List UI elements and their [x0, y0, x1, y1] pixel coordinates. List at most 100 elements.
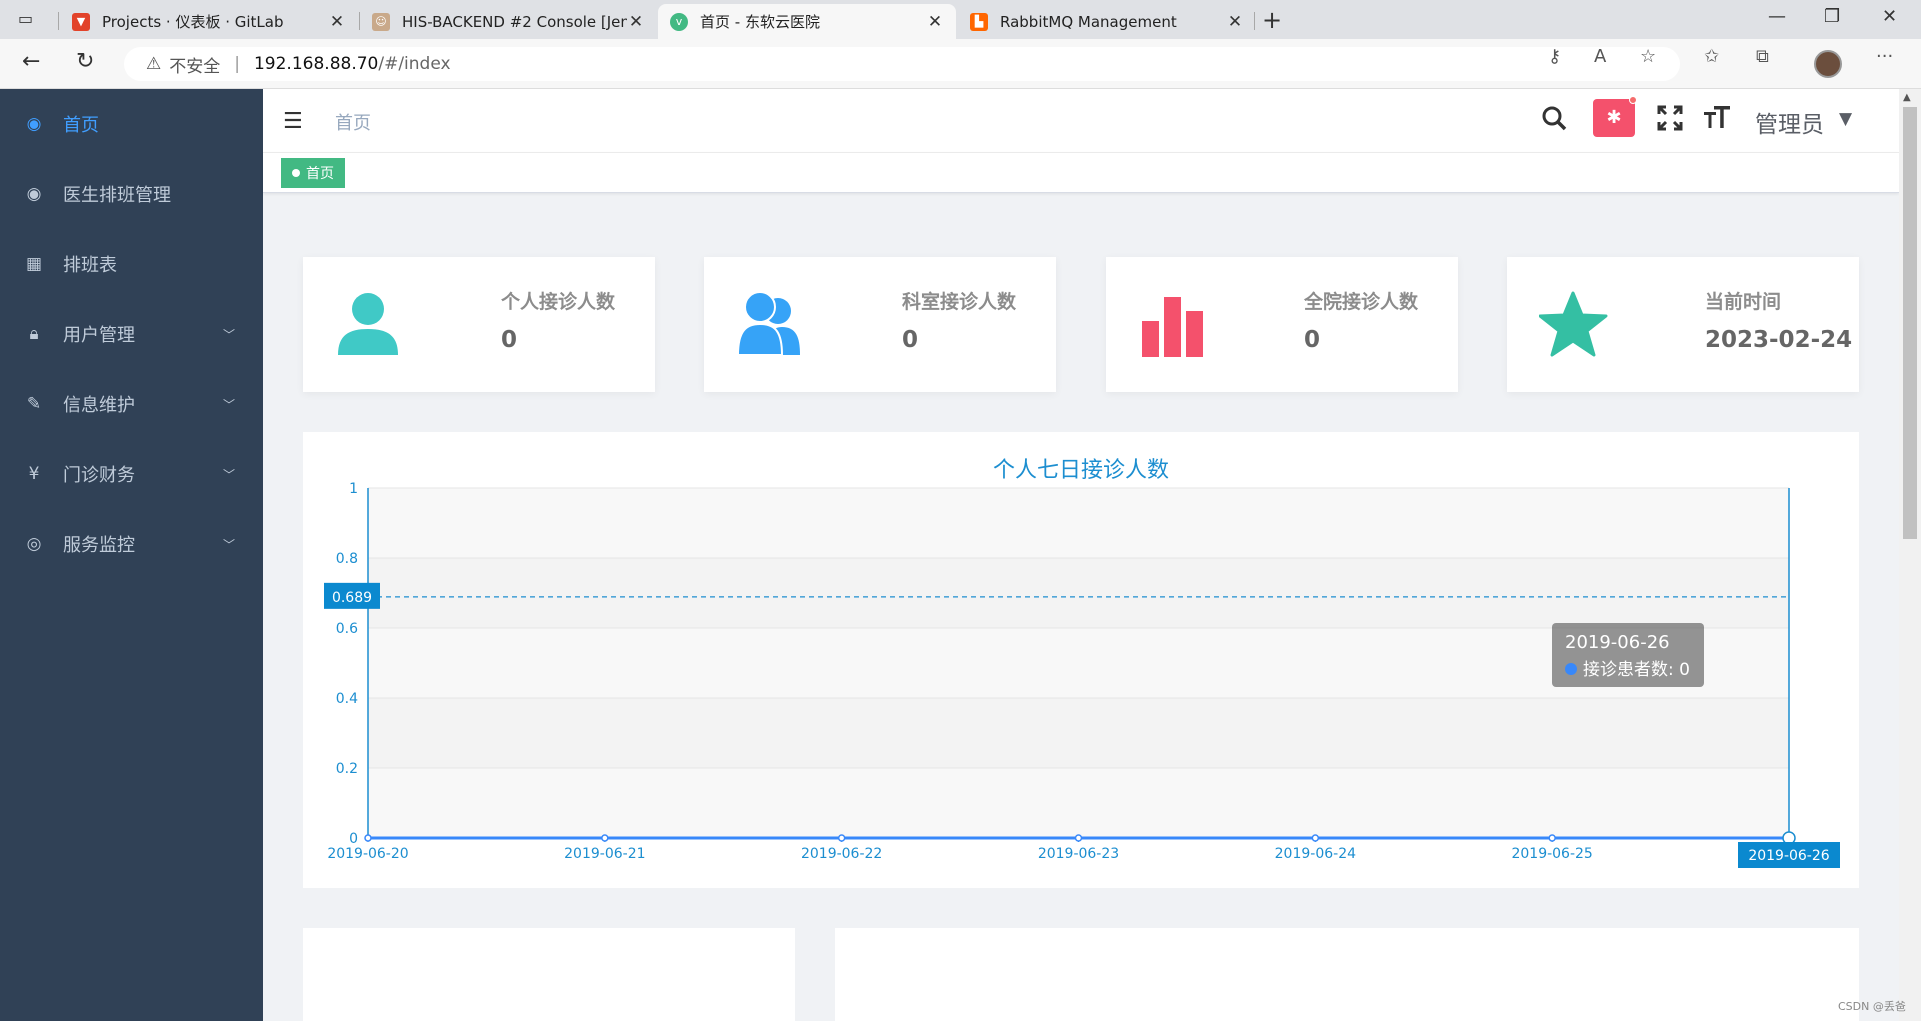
- data-point: [837, 834, 846, 842]
- data-point: [1074, 834, 1083, 842]
- notification-badge: [1629, 96, 1637, 104]
- font-size-icon[interactable]: [1703, 103, 1731, 138]
- chevron-down-icon: ﹀: [222, 397, 235, 412]
- browser-tab-rabbitmq[interactable]: ▙ RabbitMQ Management ✕: [958, 4, 1256, 39]
- url-path: /#/index: [378, 54, 451, 74]
- watermark: CSDN @丢爸: [1838, 1000, 1906, 1013]
- key-icon[interactable]: ⚷: [1548, 46, 1561, 67]
- close-window-button[interactable]: ✕: [1882, 6, 1897, 27]
- scroll-up-icon[interactable]: ▲: [1903, 92, 1911, 103]
- tag-label: 首页: [306, 166, 334, 182]
- yen-icon: ¥: [28, 464, 40, 484]
- sidebar-item-label: 医生排班管理: [63, 185, 171, 206]
- tag-home[interactable]: 首页: [281, 158, 345, 188]
- y-tick-label: 0: [349, 831, 358, 847]
- close-icon[interactable]: ✕: [328, 12, 346, 32]
- browser-tab-gitlab[interactable]: ▼ Projects · 仪表板 · GitLab ✕: [60, 4, 358, 39]
- url-host: 192.168.88.70: [253, 54, 379, 74]
- sidebar-item-home[interactable]: ◉ 首页: [0, 89, 263, 159]
- sidebar-item-service-monitor[interactable]: ◎ 服务监控 ﹀: [0, 509, 263, 579]
- url-divider: |: [234, 54, 240, 74]
- sidebar-item-schedule-table[interactable]: ▦ 排班表: [0, 229, 263, 299]
- x-tick-label: 2019-06-21: [564, 846, 645, 862]
- sidebar-item-label: 信息维护: [63, 395, 135, 416]
- sidebar-item-user-management[interactable]: 🔒︎ 用户管理 ﹀: [0, 299, 263, 369]
- collections-icon[interactable]: ⧉: [1756, 46, 1769, 67]
- chart-panel: 个人七日接诊人数 0 0.2 0.4 0.6 0.8 1 2019-06-20 2019-06…: [303, 432, 1859, 888]
- star-icon: [1539, 291, 1608, 357]
- menu-fold-icon[interactable]: ☰: [283, 109, 303, 134]
- sidebar: ◉ 首页 ◉ 医生排班管理 ▦ 排班表 🔒︎ 用户管理 ﹀ ✎ 信息维护 ﹀ ¥…: [0, 89, 263, 1021]
- close-icon[interactable]: ✕: [1226, 12, 1244, 32]
- favorites-icon[interactable]: ✩: [1704, 46, 1719, 67]
- tooltip-value: 接诊患者数: 0: [1583, 660, 1690, 680]
- x-tick-label: 2019-06-22: [801, 846, 882, 862]
- url-field[interactable]: ⚠ 不安全 | 192.168.88.70 /#/index: [124, 47, 1680, 81]
- card-title: 全院接诊人数: [1304, 291, 1419, 313]
- caret-down-icon[interactable]: ▼: [1839, 109, 1852, 129]
- stat-card-current-time[interactable]: 当前时间 2023-02-24: [1507, 257, 1859, 392]
- sidebar-item-label: 门诊财务: [63, 465, 135, 486]
- close-icon[interactable]: ✕: [926, 12, 944, 32]
- search-icon[interactable]: [1541, 105, 1567, 138]
- close-icon[interactable]: ✕: [627, 12, 645, 32]
- chevron-down-icon: ﹀: [222, 327, 235, 342]
- minimize-button[interactable]: —: [1768, 6, 1786, 27]
- fullscreen-icon[interactable]: [1657, 105, 1683, 138]
- sidebar-item-label: 排班表: [63, 255, 117, 276]
- scroll-thumb[interactable]: [1903, 107, 1917, 539]
- breadcrumb[interactable]: 首页: [335, 109, 371, 135]
- data-point: [364, 834, 372, 842]
- eye-icon: ◎: [26, 534, 42, 554]
- add-favorite-icon[interactable]: ☆: [1640, 46, 1656, 67]
- line-chart[interactable]: 0 0.2 0.4 0.6 0.8 1 2019-06-20 2019-06-21 2019-0…: [303, 432, 1859, 888]
- tab-separator: [1254, 12, 1255, 30]
- new-tab-button[interactable]: +: [1262, 6, 1282, 34]
- tab-title: Projects · 仪表板 · GitLab: [102, 13, 284, 31]
- sidebar-item-outpatient-finance[interactable]: ¥ 门诊财务 ﹀: [0, 439, 263, 509]
- read-aloud-icon[interactable]: A: [1594, 46, 1606, 67]
- chevron-down-icon: ﹀: [222, 467, 235, 482]
- stat-card-personal[interactable]: 个人接诊人数 0: [303, 257, 655, 392]
- bottom-panel-right: [835, 928, 1859, 1021]
- card-value: 0: [501, 327, 518, 353]
- sidebar-item-info-maintenance[interactable]: ✎ 信息维护 ﹀: [0, 369, 263, 439]
- browser-tab-jenkins[interactable]: ☺ HIS-BACKEND #2 Console [Jenkins] ✕: [360, 4, 657, 39]
- tab-title: RabbitMQ Management: [1000, 12, 1177, 31]
- rabbitmq-icon: ▙: [970, 12, 988, 31]
- y-tick-label: 0.4: [336, 691, 358, 707]
- dashboard-icon: ◉: [26, 114, 42, 134]
- browser-tab-bar: ▭ ▼ Projects · 仪表板 · GitLab ✕ ☺ HIS-BACK…: [0, 0, 1921, 39]
- card-title: 个人接诊人数: [501, 291, 616, 313]
- tab-actions-icon[interactable]: ▭: [18, 9, 40, 31]
- tooltip-date: 2019-06-26: [1565, 632, 1670, 653]
- x-pointer-label: 2019-06-26: [1748, 848, 1829, 864]
- bottom-panel-left: [303, 928, 795, 1021]
- stat-card-department[interactable]: 科室接诊人数 0: [704, 257, 1056, 392]
- tab-separator: [58, 12, 59, 30]
- profile-avatar[interactable]: [1814, 50, 1842, 78]
- card-title: 当前时间: [1705, 291, 1782, 313]
- security-label: 不安全: [169, 56, 221, 77]
- user-icon: [338, 293, 398, 355]
- bug-icon[interactable]: ✱: [1593, 99, 1635, 137]
- top-navbar: ☰ 首页 ✱ 管理员 ▼: [263, 89, 1899, 153]
- browser-tab-his[interactable]: v 首页 - 东软云医院 ✕: [658, 4, 956, 39]
- x-tick-label: 2019-06-23: [1038, 846, 1119, 862]
- data-point: [1548, 834, 1556, 842]
- warning-icon[interactable]: ⚠: [146, 54, 161, 74]
- stat-card-hospital[interactable]: 全院接诊人数 0: [1106, 257, 1458, 392]
- more-icon[interactable]: ···: [1876, 46, 1893, 67]
- restore-button[interactable]: ❐: [1824, 6, 1840, 27]
- x-tick-label: 2019-06-20: [327, 846, 408, 862]
- chevron-down-icon: ﹀: [222, 537, 235, 552]
- split-area: [368, 558, 1789, 628]
- back-icon[interactable]: ←: [22, 49, 40, 74]
- reload-icon[interactable]: ↻: [76, 49, 94, 74]
- vue-icon: v: [670, 12, 688, 31]
- card-value: 2023-02-24: [1705, 327, 1853, 353]
- edit-icon: ✎: [26, 394, 42, 414]
- sidebar-item-doctor-schedule[interactable]: ◉ 医生排班管理: [0, 159, 263, 229]
- user-name[interactable]: 管理员: [1755, 105, 1824, 139]
- tab-title: HIS-BACKEND #2 Console [Jenkins]: [402, 12, 627, 31]
